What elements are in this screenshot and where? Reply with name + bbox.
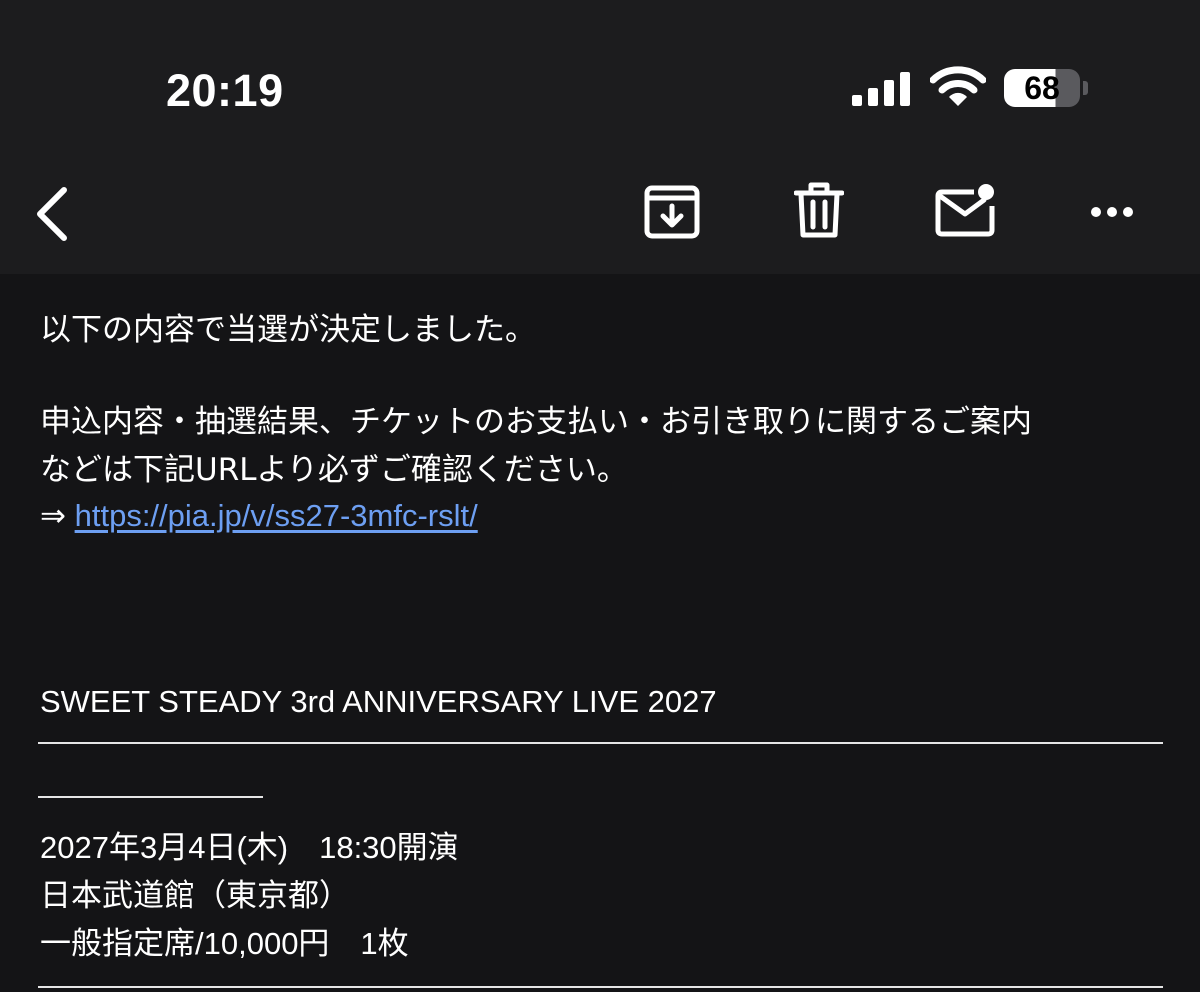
event-venue: 日本武道館（東京都） (40, 878, 350, 913)
battery-tip (1083, 81, 1088, 95)
delete-button[interactable] (794, 180, 844, 240)
trash-icon (794, 182, 844, 238)
email-body: 以下の内容で当選が決定しました。 申込内容・抽選結果、チケットのお支払い・お引き… (0, 274, 1200, 992)
status-and-toolbar: 20:19 68 (0, 0, 1200, 274)
result-link[interactable]: https://pia.jp/v/ss27-3mfc-rslt/ (75, 498, 478, 533)
instruction-text-1: 申込内容・抽選結果、チケットのお支払い・お引き取りに関するご案内 (40, 404, 1032, 440)
chevron-left-icon (37, 187, 67, 241)
divider-bottom (38, 986, 1163, 988)
archive-button[interactable] (644, 184, 700, 240)
status-time: 20:19 (166, 65, 284, 116)
envelope-unread-icon (935, 184, 995, 237)
instruction-text-2: などは下記URLより必ずご確認ください。 (40, 452, 628, 488)
mark-unread-button[interactable] (934, 182, 998, 238)
url-line: ⇒ https://pia.jp/v/ss27-3mfc-rslt/ (40, 496, 478, 536)
event-title: SWEET STEADY 3rd ANNIVERSARY LIVE 2027 (40, 684, 717, 719)
arrow-glyph: ⇒ (40, 498, 66, 533)
archive-box-icon (644, 185, 700, 239)
wifi-icon (929, 66, 987, 108)
divider-top-1 (38, 742, 1163, 744)
back-button[interactable] (30, 184, 74, 244)
battery-icon: 68 (1004, 69, 1080, 107)
divider-top-2 (38, 796, 263, 798)
event-date-time: 2027年3月4日(木) 18:30開演 (40, 830, 459, 865)
ellipsis-icon (1091, 207, 1133, 217)
more-options-button[interactable] (1088, 200, 1138, 224)
cellular-signal-icon (852, 70, 912, 106)
battery-level: 68 (1024, 70, 1060, 106)
seat-info: 一般指定席/10,000円 1枚 (40, 926, 409, 961)
intro-text: 以下の内容で当選が決定しました。 (40, 312, 536, 348)
